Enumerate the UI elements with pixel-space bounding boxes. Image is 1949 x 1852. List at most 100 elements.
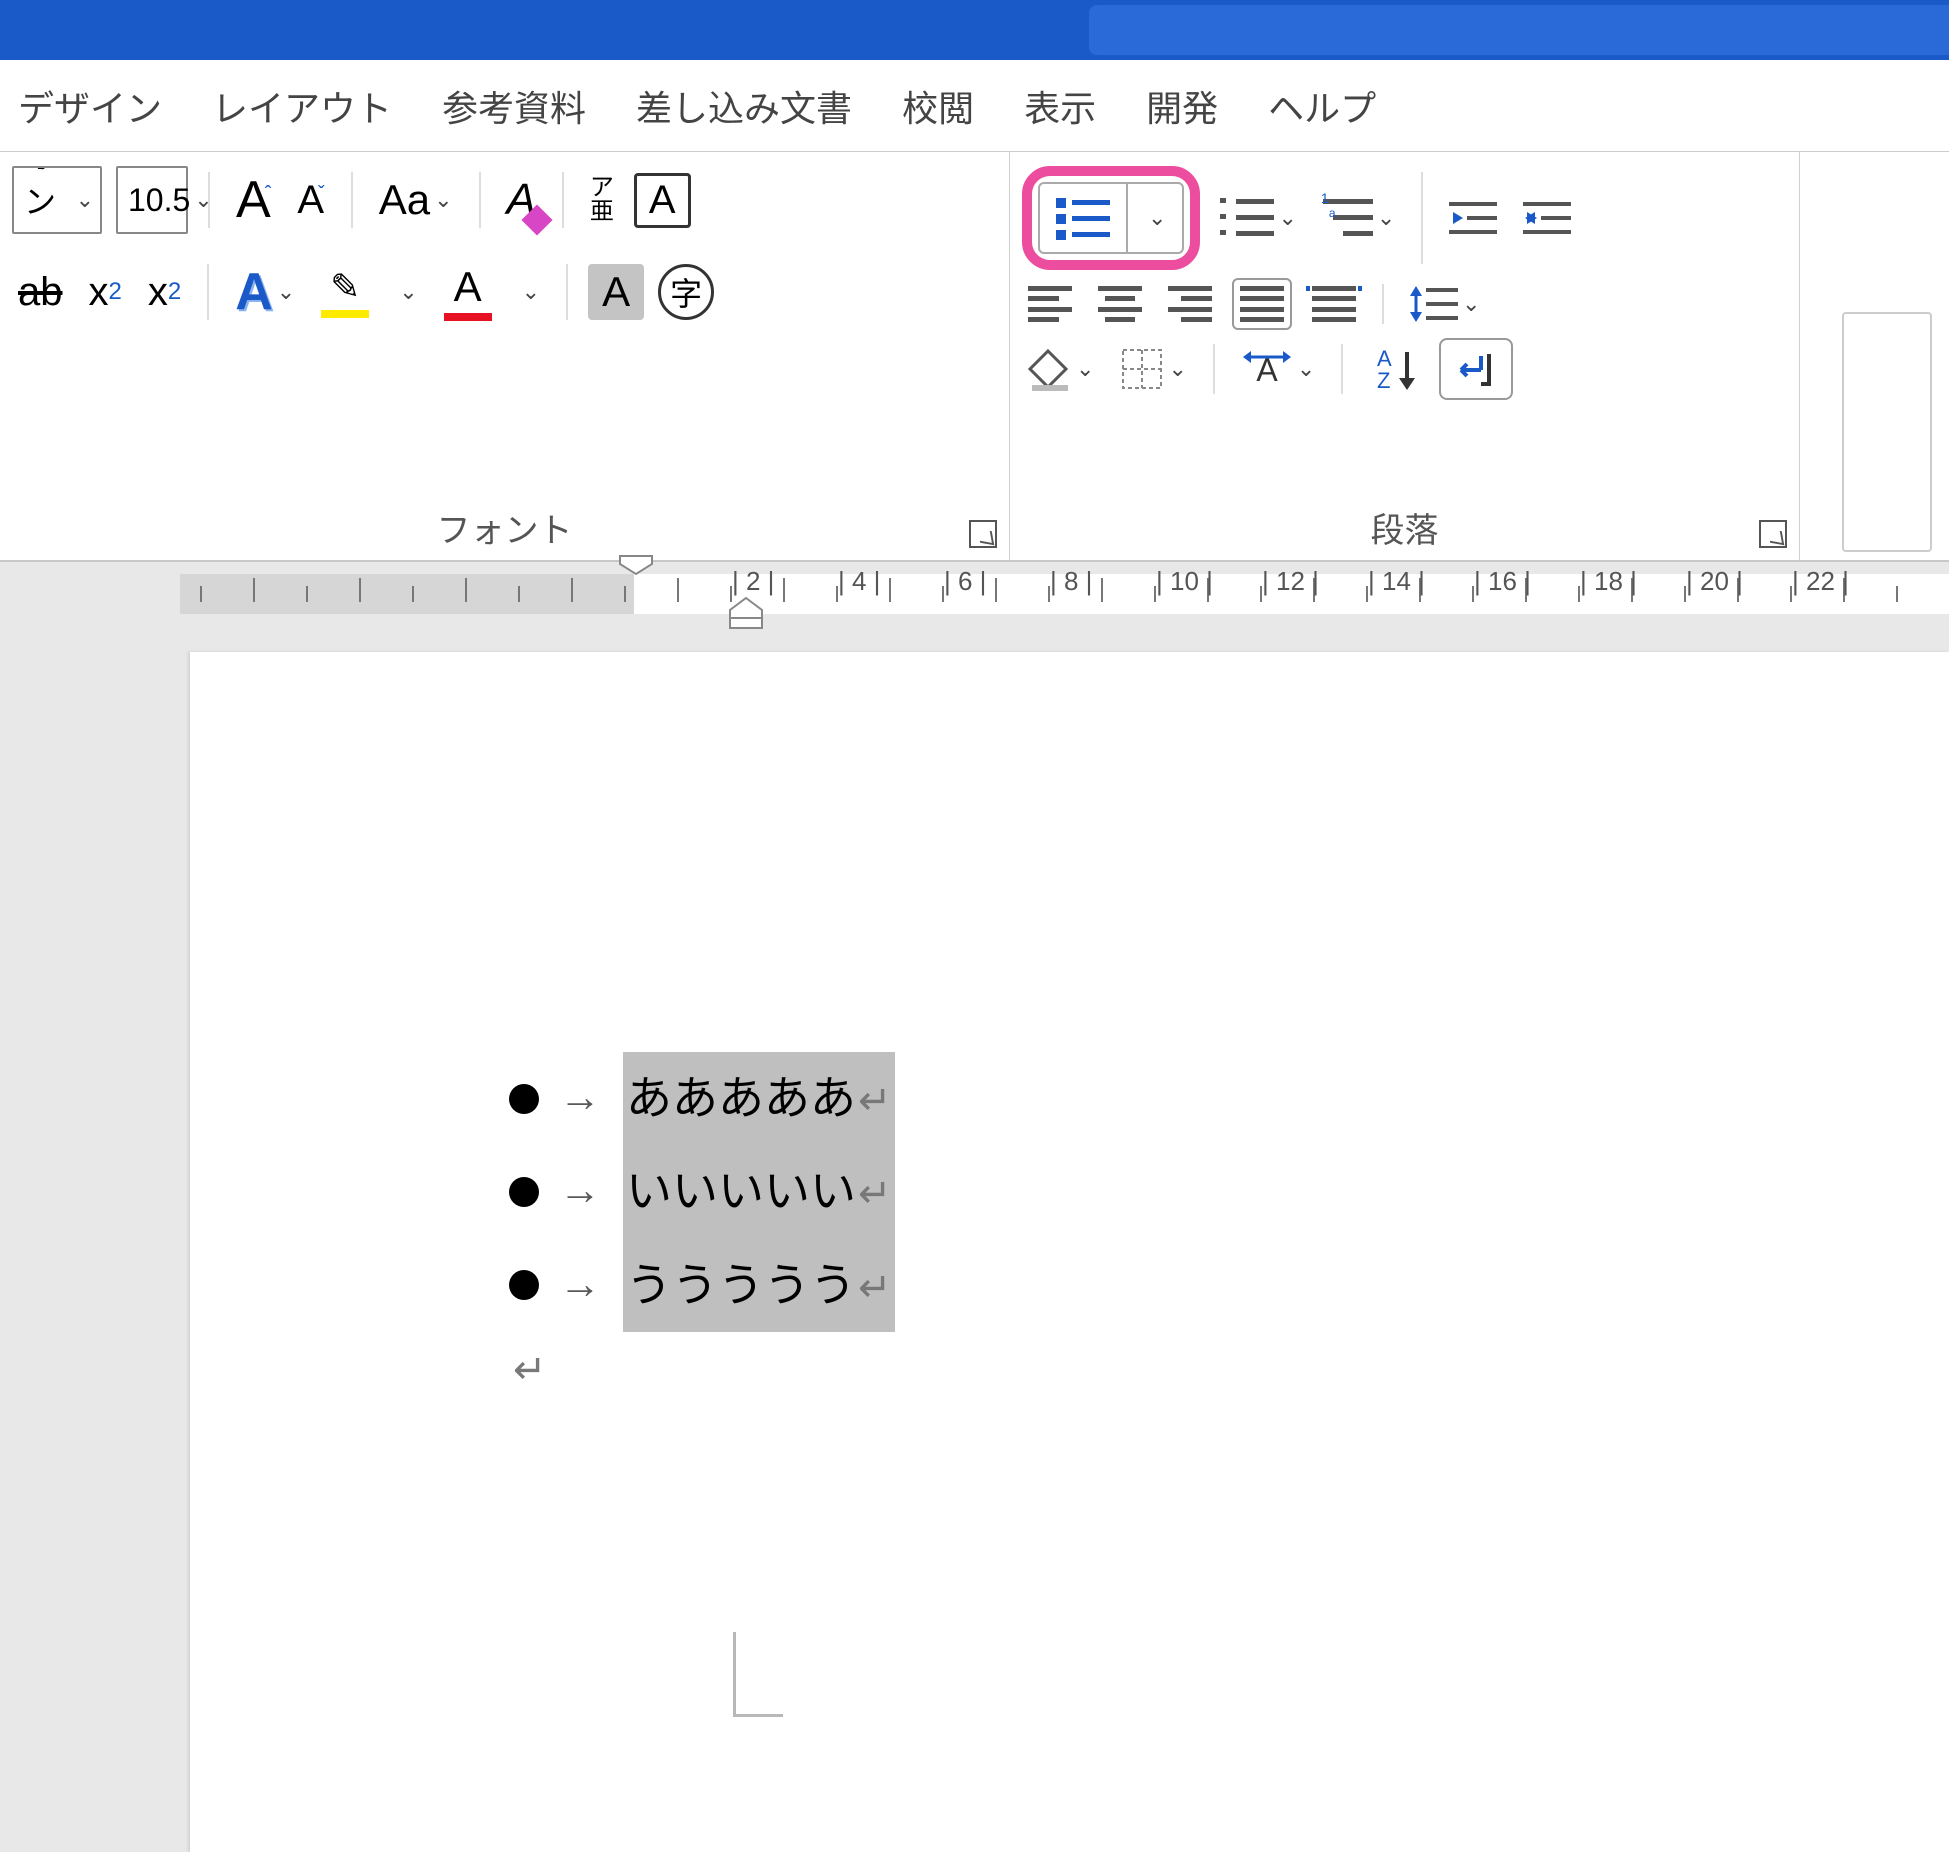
- page[interactable]: → あああああ↵ → いいいいい↵ → ううううう↵ ↵: [190, 652, 1949, 1852]
- decrease-indent-button[interactable]: [1443, 194, 1503, 242]
- phonetic-guide-icon: ア 亜: [590, 176, 614, 224]
- highlight-color-button[interactable]: ✎: [315, 262, 375, 322]
- justify-button[interactable]: [1232, 278, 1292, 330]
- separator: [479, 172, 481, 228]
- separator: [1382, 284, 1384, 324]
- numbering-button[interactable]: ⌄: [1214, 192, 1302, 244]
- paragraph-mark-icon: [1453, 348, 1499, 390]
- ruler-label: | 8 |: [1050, 566, 1092, 597]
- group-styles-partial: [1800, 152, 1949, 560]
- superscript-button[interactable]: x2: [142, 266, 187, 319]
- chevron-down-icon: ⌄: [434, 187, 452, 213]
- character-border-icon: A: [649, 178, 676, 223]
- separator: [351, 172, 353, 228]
- group-label-font: フォント: [437, 503, 573, 552]
- line-text: いいいいい: [626, 1166, 856, 1217]
- multilevel-list-icon: 1 a: [1323, 196, 1373, 240]
- numbering-icon: [1220, 196, 1274, 240]
- strikethrough-button[interactable]: ab: [12, 266, 69, 319]
- distributed-button[interactable]: [1306, 282, 1362, 326]
- tab-design[interactable]: デザイン: [18, 80, 162, 132]
- highlight-dropdown[interactable]: ⌄: [393, 275, 423, 309]
- line-text: ううううう: [626, 1260, 856, 1311]
- subscript-icon: x: [89, 270, 109, 315]
- highlighter-icon: ✎: [330, 266, 360, 308]
- ruler-label: | 18 |: [1580, 566, 1637, 597]
- character-border-button[interactable]: A: [634, 173, 691, 228]
- clear-formatting-button[interactable]: A: [501, 171, 542, 229]
- font-size-value: 10.5: [128, 182, 190, 219]
- empty-line[interactable]: ↵: [505, 1332, 1949, 1408]
- ruler-label: | 22 |: [1792, 566, 1849, 597]
- shading-button[interactable]: ⌄: [1022, 343, 1100, 395]
- align-left-button[interactable]: [1022, 282, 1078, 326]
- ruler-label: | 20 |: [1686, 566, 1743, 597]
- search-bar[interactable]: [1089, 5, 1949, 55]
- font-name-value: ォント: [24, 166, 72, 234]
- chevron-down-icon: ⌄: [1462, 291, 1480, 317]
- character-shading-button[interactable]: A: [588, 264, 644, 320]
- bullets-button[interactable]: ⌄: [1038, 182, 1184, 254]
- font-name-combo[interactable]: ォント ⌄: [12, 166, 102, 234]
- bullet-icon: [509, 1270, 539, 1300]
- tab-mailings[interactable]: 差し込み文書: [636, 80, 852, 132]
- chevron-down-icon: ⌄: [1076, 356, 1094, 382]
- phonetic-guide-button[interactable]: ア 亜: [584, 172, 620, 228]
- selected-text[interactable]: あああああ↵: [623, 1052, 895, 1145]
- tab-references[interactable]: 参考資料: [442, 80, 586, 132]
- distributed-icon: [1312, 286, 1356, 322]
- ruler-label: | 16 |: [1474, 566, 1531, 597]
- ruler-label: | 10 |: [1156, 566, 1213, 597]
- strikethrough-icon: ab: [18, 270, 63, 315]
- multilevel-list-button[interactable]: 1 a ⌄: [1317, 192, 1401, 244]
- ribbon: ォント ⌄ 10.5 ⌄ Aˆ Aˇ Aa ⌄: [0, 152, 1949, 562]
- text-effects-button[interactable]: A ⌄: [229, 258, 301, 326]
- enclose-characters-button[interactable]: 字: [658, 264, 714, 320]
- group-label-paragraph: 段落: [1371, 503, 1439, 552]
- list-item[interactable]: → ううううう↵: [505, 1239, 1949, 1332]
- selected-text[interactable]: いいいいい↵: [623, 1145, 895, 1238]
- line-text: あああああ: [626, 1073, 856, 1124]
- align-right-button[interactable]: [1162, 282, 1218, 326]
- font-color-dropdown[interactable]: ⌄: [516, 275, 546, 309]
- styles-gallery[interactable]: [1842, 312, 1932, 552]
- subscript-button[interactable]: x2: [83, 266, 128, 319]
- align-center-icon: [1098, 286, 1142, 322]
- character-scaling-button[interactable]: A ⌄: [1235, 345, 1321, 393]
- increase-indent-button[interactable]: [1517, 194, 1577, 242]
- chevron-up-icon: ˆ: [265, 183, 272, 206]
- list-item[interactable]: → いいいいい↵: [505, 1145, 1949, 1238]
- justify-icon: [1240, 286, 1284, 322]
- ruler-label: | 2 |: [732, 566, 774, 597]
- ruler[interactable]: | 2 || 4 || 6 || 8 || 10 || 12 || 14 || …: [0, 562, 1949, 652]
- line-spacing-button[interactable]: ⌄: [1404, 278, 1486, 330]
- font-dialog-launcher[interactable]: [969, 520, 997, 548]
- tab-layout[interactable]: レイアウト: [212, 80, 392, 132]
- subscript-n: 2: [109, 278, 122, 306]
- shrink-font-button[interactable]: Aˇ: [291, 174, 330, 227]
- tab-arrow-icon: →: [559, 1246, 601, 1326]
- tab-developer[interactable]: 開発: [1146, 80, 1218, 132]
- selected-text[interactable]: ううううう↵: [623, 1239, 895, 1332]
- tab-view[interactable]: 表示: [1024, 80, 1096, 132]
- tab-help[interactable]: ヘルプ: [1268, 80, 1376, 132]
- show-marks-button[interactable]: [1439, 338, 1513, 400]
- font-color-button[interactable]: A: [438, 259, 498, 325]
- list-item[interactable]: → あああああ↵: [505, 1052, 1949, 1145]
- separator: [1421, 172, 1423, 264]
- align-center-button[interactable]: [1092, 282, 1148, 326]
- highlight-swatch: [321, 310, 369, 318]
- borders-button[interactable]: ⌄: [1114, 343, 1192, 395]
- font-size-combo[interactable]: 10.5 ⌄: [116, 166, 188, 234]
- separator: [562, 172, 564, 228]
- change-case-button[interactable]: Aa ⌄: [373, 172, 459, 228]
- sort-button[interactable]: AZ: [1363, 342, 1425, 396]
- superscript-n: 2: [168, 278, 181, 306]
- paragraph-dialog-launcher[interactable]: [1759, 520, 1787, 548]
- first-line-indent-marker[interactable]: [618, 554, 654, 576]
- svg-text:Z: Z: [1377, 368, 1390, 392]
- grow-font-button[interactable]: Aˆ: [230, 166, 277, 234]
- hanging-indent-marker[interactable]: [728, 596, 764, 630]
- paragraph-mark-icon: ↵: [858, 1171, 892, 1216]
- tab-review[interactable]: 校閲: [902, 80, 974, 132]
